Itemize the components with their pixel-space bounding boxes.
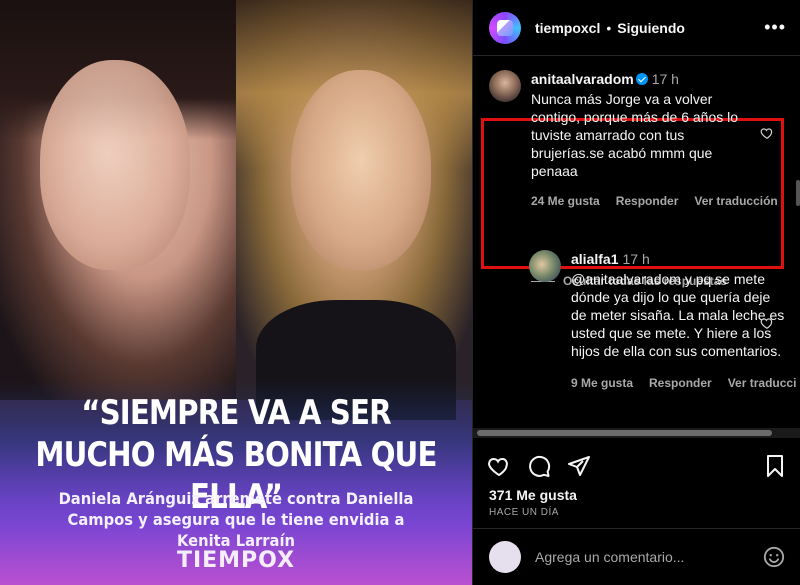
vertical-scrollbar[interactable] xyxy=(796,180,800,206)
instagram-post-view: “SIEMPRE VA A SER MUCHO MÁS BONITA QUE E… xyxy=(0,0,800,585)
comment-username[interactable]: anitaalvaradom xyxy=(531,71,634,87)
horizontal-scrollbar[interactable] xyxy=(473,428,800,438)
post-image[interactable]: “SIEMPRE VA A SER MUCHO MÁS BONITA QUE E… xyxy=(0,0,472,585)
photo-left-woman xyxy=(0,0,236,400)
comment-composer xyxy=(473,528,800,585)
post-brand-logo: TIEMPOX xyxy=(176,548,296,573)
replier-avatar[interactable] xyxy=(529,250,561,282)
photo-right-woman xyxy=(236,0,472,420)
reply-button[interactable]: Responder xyxy=(616,194,679,208)
comment-meta: 24 Me gusta Responder Ver traducción xyxy=(531,192,778,210)
reply-time[interactable]: 17 h xyxy=(622,251,649,267)
commenter-avatar[interactable] xyxy=(489,70,521,102)
comment-item: anitaalvaradom 17 h Nunca más Jorge va a … xyxy=(489,70,779,210)
account-avatar[interactable] xyxy=(489,11,521,44)
more-icon[interactable]: ••• xyxy=(764,17,786,38)
header-separator: • xyxy=(606,19,612,36)
comment-input[interactable] xyxy=(535,549,763,565)
reply-likes[interactable]: 9 Me gusta xyxy=(571,376,633,390)
reply-meta: 9 Me gusta Responder Ver traducci xyxy=(571,374,796,392)
post-actions xyxy=(473,448,800,484)
account-username[interactable]: tiempoxcl xyxy=(535,20,600,36)
reply-translate-button[interactable]: Ver traducci xyxy=(728,376,797,390)
post-timestamp[interactable]: HACE UN DÍA xyxy=(489,507,559,518)
post-subheadline: Daniela Aránguiz arremete contra Daniell… xyxy=(58,489,414,550)
comment-time[interactable]: 17 h xyxy=(652,71,679,87)
like-reply-heart-icon[interactable] xyxy=(760,316,774,330)
like-comment-heart-icon[interactable] xyxy=(760,126,774,140)
comments-panel: tiempoxcl • Siguiendo ••• anitaalvaradom… xyxy=(472,0,800,585)
user-avatar[interactable] xyxy=(489,541,521,573)
reply-item: alialfa1 17 h @anitaalvaradom y pq se met… xyxy=(529,250,796,392)
comment-icon[interactable] xyxy=(527,454,551,478)
heart-icon[interactable] xyxy=(487,454,511,478)
following-button[interactable]: Siguiendo xyxy=(617,20,685,36)
reply-username[interactable]: alialfa1 xyxy=(571,251,618,267)
comments-list[interactable]: anitaalvaradom 17 h Nunca más Jorge va a … xyxy=(473,56,800,428)
post-header: tiempoxcl • Siguiendo ••• xyxy=(473,0,800,56)
reply-text: @anitaalvaradom y pq se mete dónde ya di… xyxy=(571,271,785,359)
verified-icon xyxy=(635,73,648,85)
comment-likes[interactable]: 24 Me gusta xyxy=(531,194,600,208)
post-likes-count[interactable]: 371 Me gusta xyxy=(489,487,577,503)
translate-button[interactable]: Ver traducción xyxy=(694,194,777,208)
bookmark-icon[interactable] xyxy=(763,454,787,478)
comment-text: Nunca más Jorge va a volver contigo, por… xyxy=(531,91,739,179)
emoji-icon[interactable] xyxy=(763,546,785,568)
share-icon[interactable] xyxy=(567,454,591,478)
reply-reply-button[interactable]: Responder xyxy=(649,376,712,390)
